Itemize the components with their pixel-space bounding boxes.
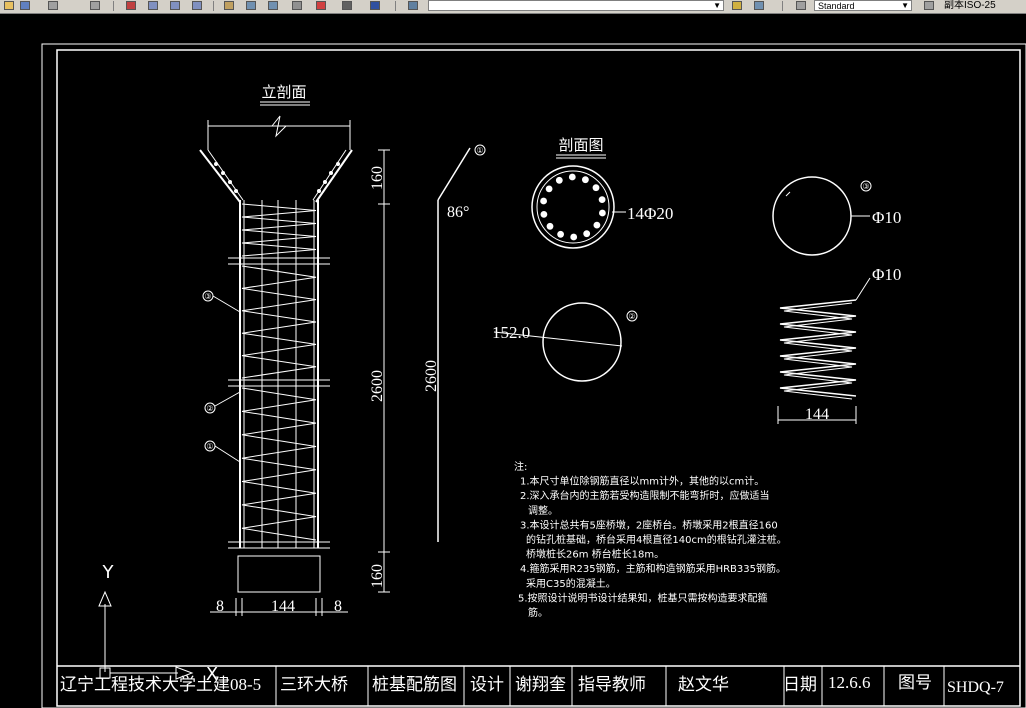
bar1-length: 2600 — [423, 360, 440, 392]
callout-leader-2 — [214, 391, 241, 407]
flare-left-inner — [207, 149, 244, 201]
rebar-dot — [598, 196, 606, 204]
ucs-y-label: Y — [102, 562, 115, 583]
spiral-zigzag-detail — [779, 299, 857, 400]
cad-drawing-canvas[interactable]: 立剖面 160 2600 160 8 144 8 ③ ② ① ① 86° 260… — [0, 0, 1026, 708]
rebar-dot — [545, 185, 553, 193]
ring-diameter: 152.0 — [492, 323, 530, 342]
main-bars-label: 14Φ20 — [627, 204, 673, 223]
tb-date-label: 日期 — [783, 675, 817, 694]
note-line: 的钻孔桩基础，桥台采用4根直径140cm的根钻孔灌注桩。 — [526, 533, 787, 546]
title-block: 辽宁工程技术大学土建08-5 三环大桥 桩基配筋图 设计 谢翔奎 指导教师 赵文… — [57, 665, 1020, 706]
note-line: 2.深入承台内的主筋若受构造限制不能弯折时，应做适当 — [520, 489, 770, 502]
main-bar-detail: ① 86° 2600 — [423, 144, 486, 542]
spiral-segment — [241, 387, 317, 541]
ucs-y-arrow — [98, 590, 112, 607]
flare-right-bar — [315, 149, 353, 203]
flare-left-bar — [199, 149, 241, 203]
spiral-callout-label: ③ — [862, 182, 869, 191]
tb-date: 12.6.6 — [828, 673, 871, 692]
spiral-elev-diameter: Φ10 — [872, 265, 901, 284]
bar1-callout-label: ① — [476, 146, 483, 155]
rebar-dot — [555, 176, 563, 184]
bar1-angle: 86° — [447, 204, 469, 221]
spiral-zigzag-line — [779, 299, 857, 397]
note-line: 采用C35的混凝土。 — [526, 577, 616, 590]
rebar-dot — [593, 221, 601, 229]
tb-number-label: 图号 — [898, 673, 932, 692]
note-line: 桥墩桩长26m 桥台桩长18m。 — [526, 548, 664, 561]
spiral-zigzag — [241, 203, 317, 541]
tb-school: 辽宁工程技术大学土建08-5 — [60, 675, 261, 694]
stiffener-ring-detail: 152.0 ② — [492, 302, 638, 382]
note-line: 注: — [514, 460, 527, 473]
rebar-dot — [592, 184, 600, 192]
spiral-end-hook — [785, 191, 791, 197]
dim-bottom-height: 160 — [369, 564, 386, 588]
ring-callout-label: ② — [628, 312, 635, 321]
rebar-dot — [540, 197, 547, 205]
callout-label-3: ③ — [204, 292, 211, 301]
rebar-dot — [570, 233, 578, 241]
spiral-elev-leader — [855, 277, 871, 301]
callout-leader-1 — [214, 445, 241, 463]
dim-left-cover: 8 — [216, 598, 224, 615]
spiral-segment — [241, 265, 317, 379]
tb-design-label: 设计 — [470, 675, 504, 694]
spiral-diameter: Φ10 — [872, 208, 901, 227]
tb-designer: 谢翔奎 — [515, 675, 566, 694]
rebar-dot — [583, 230, 591, 238]
spiral-plan-detail: Φ10 ③ — [772, 176, 901, 256]
note-line: 筋。 — [528, 606, 548, 619]
note-line: 调整。 — [528, 504, 558, 517]
tb-advisor-label: 指导教师 — [578, 675, 646, 694]
note-line: 5.按照设计说明书设计结果知，桩基只需按构造要求配箍 — [518, 591, 768, 604]
design-notes: 注: 1.本尺寸单位除钢筋直径以mm计外，其他的以cm计。2.深入承台内的主筋若受… — [514, 460, 787, 619]
callout-label-2: ② — [206, 404, 213, 413]
spiral-plan-circle — [772, 176, 852, 256]
rebar-dot — [546, 222, 554, 230]
callout-leader-3 — [212, 295, 241, 313]
bar1-bend — [437, 147, 471, 201]
section-view: 剖面图 14Φ20 — [531, 137, 673, 249]
section-title: 剖面图 — [558, 137, 603, 154]
note-line: 1.本尺寸单位除钢筋直径以mm计外，其他的以cm计。 — [520, 475, 764, 488]
rebar-dot — [582, 176, 589, 184]
tb-advisor: 赵文华 — [678, 675, 729, 694]
callout-label-1: ① — [206, 442, 213, 451]
section-spiral-circle — [536, 170, 610, 244]
tb-number: SHDQ-7 — [947, 679, 1004, 696]
pile-elevation: 立剖面 160 2600 160 8 144 8 ③ ② ① — [199, 84, 390, 616]
rebar-dot — [557, 230, 564, 238]
rebar-dot — [540, 211, 548, 218]
dim-right-cover: 8 — [334, 598, 342, 615]
tb-drawing-name: 桩基配筋图 — [372, 675, 457, 694]
spiral-width: 144 — [805, 406, 829, 423]
spiral-elevation-detail: Φ10 144 — [777, 265, 901, 424]
rebar-dot — [599, 209, 606, 217]
note-line: 3.本设计总共有5座桥墩，2座桥台。桥墩采用2根直径160 — [520, 518, 778, 531]
section-rebar-dots — [540, 173, 606, 241]
dim-main-length: 2600 — [369, 370, 386, 402]
note-line: 4.箍筋采用R235钢筋，主筋和构造钢筋采用HRB335钢筋。 — [520, 562, 786, 575]
dim-top-height: 160 — [369, 166, 386, 190]
spiral-segment — [241, 203, 317, 257]
tb-project: 三环大桥 — [280, 675, 348, 694]
rebar-dot — [568, 173, 576, 181]
dim-width: 144 — [271, 598, 295, 615]
pile-tip-block — [237, 555, 321, 593]
elevation-title: 立剖面 — [261, 84, 306, 101]
